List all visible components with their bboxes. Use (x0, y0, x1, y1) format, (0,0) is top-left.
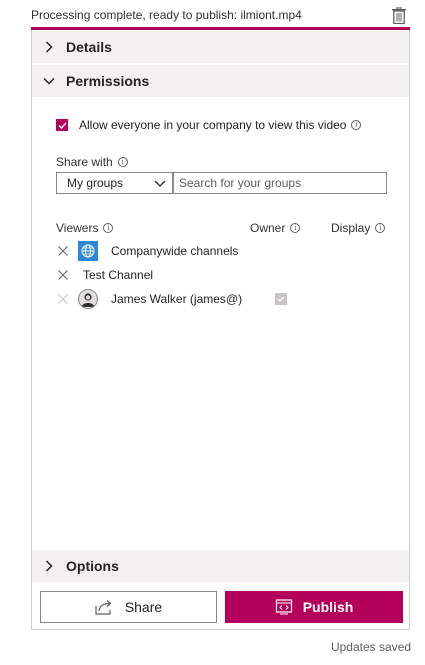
viewer-row: Test Channel (56, 264, 386, 286)
chevron-down-icon (32, 77, 66, 85)
share-button-label: Share (124, 599, 163, 615)
share-with-label-row: Share with i (56, 155, 128, 169)
video-settings-panel: Details Permissions Allow everyone in yo… (31, 30, 410, 630)
status-bar: Processing complete, ready to publish: i… (31, 0, 410, 30)
owner-column-label: Owner (250, 221, 286, 235)
remove-icon[interactable] (56, 292, 70, 306)
publish-button-label: Publish (302, 599, 354, 615)
display-column-header: Display i (331, 221, 386, 235)
viewer-row: James Walker (james@) (56, 288, 386, 310)
processing-status-text: Processing complete, ready to publish: i… (31, 8, 302, 22)
permissions-section-header[interactable]: Permissions (32, 65, 409, 97)
chevron-right-icon (32, 41, 66, 53)
info-icon[interactable]: i (290, 223, 301, 233)
viewer-row: Companywide channels (56, 240, 386, 262)
viewer-name: Companywide channels (111, 244, 239, 258)
viewer-name: James Walker (james@) (111, 292, 243, 306)
allow-everyone-checkbox[interactable] (56, 119, 68, 131)
share-with-dropdown[interactable]: My groups (56, 172, 173, 194)
options-section-header[interactable]: Options (32, 550, 409, 582)
updates-saved-text: Updates saved (330, 640, 411, 654)
allow-everyone-label: Allow everyone in your company to view t… (79, 118, 347, 132)
details-section-label: Details (66, 39, 112, 55)
details-section-header[interactable]: Details (32, 31, 409, 63)
globe-icon (78, 241, 98, 261)
share-icon (95, 599, 115, 615)
chevron-down-icon (154, 176, 166, 190)
share-button[interactable]: Share (40, 591, 217, 623)
chevron-right-icon (32, 560, 66, 572)
options-section-label: Options (66, 558, 119, 574)
viewers-column-label: Viewers (56, 221, 99, 235)
info-icon[interactable]: i (375, 223, 386, 233)
remove-icon[interactable] (56, 268, 70, 282)
publish-button[interactable]: Publish (225, 591, 403, 623)
trash-icon[interactable] (390, 5, 408, 25)
dropdown-selected-value: My groups (67, 176, 124, 190)
permissions-section-label: Permissions (66, 73, 150, 89)
avatar (78, 289, 98, 309)
owner-checkbox[interactable] (275, 293, 287, 305)
info-icon[interactable]: i (117, 157, 128, 167)
owner-column-header: Owner i (250, 221, 301, 235)
share-with-label: Share with (56, 155, 113, 169)
remove-icon[interactable] (56, 244, 70, 258)
viewer-name: Test Channel (83, 268, 154, 282)
viewers-table-header: Viewers i Owner i Display i (56, 221, 386, 237)
info-icon[interactable]: i (351, 120, 362, 130)
info-icon[interactable]: i (103, 223, 114, 233)
allow-everyone-row: Allow everyone in your company to view t… (56, 118, 362, 132)
viewers-column-header: Viewers i (56, 221, 114, 235)
publish-icon (275, 599, 293, 615)
group-search-input[interactable] (173, 172, 387, 194)
display-column-label: Display (331, 221, 371, 235)
